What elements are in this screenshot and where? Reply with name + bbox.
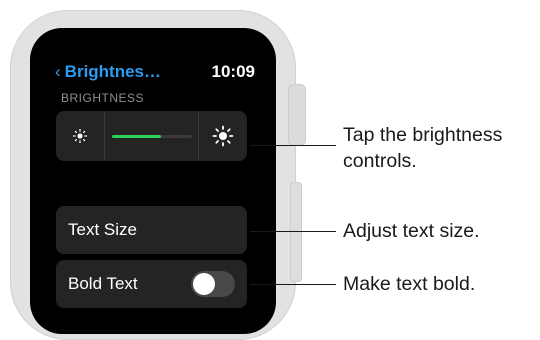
back-button-label: Brightnes…	[64, 62, 162, 81]
callout-brightness-line1: Tap the brightness	[343, 124, 503, 146]
clock-time: 10:09	[211, 62, 255, 81]
sun-large-icon	[212, 125, 234, 147]
text-size-label: Text Size	[68, 220, 137, 239]
brightness-level-fill	[111, 134, 162, 138]
bold-text-row[interactable]: Bold Text	[56, 260, 247, 308]
toggle-knob	[193, 273, 215, 295]
status-header: ‹ Brightnes… 10:09	[55, 61, 255, 83]
callout-brightness: Tap the brightness controls.	[343, 122, 502, 174]
back-button[interactable]: ‹ Brightnes…	[55, 62, 161, 82]
digital-crown[interactable]	[288, 84, 306, 146]
bold-text-toggle[interactable]	[191, 271, 235, 297]
sun-small-icon	[72, 128, 88, 144]
section-label: BRIGHTNESS	[61, 91, 145, 105]
callout-line-text-size	[250, 231, 336, 232]
callout-text-size: Adjust text size.	[343, 220, 480, 242]
side-button[interactable]	[290, 182, 302, 282]
bold-text-label: Bold Text	[68, 274, 138, 293]
callout-brightness-line2: controls.	[343, 150, 417, 172]
callout-line-bold	[250, 284, 336, 285]
increase-brightness-button[interactable]	[199, 111, 247, 161]
chevron-left-icon: ‹	[55, 62, 61, 81]
brightness-track	[111, 134, 192, 138]
callout-bold: Make text bold.	[343, 273, 476, 295]
watch-screen: ‹ Brightnes… 10:09 BRIGHTNESS Text Size …	[30, 28, 276, 334]
brightness-control	[56, 111, 247, 161]
callout-line-brightness	[250, 145, 336, 146]
text-size-row[interactable]: Text Size	[56, 206, 247, 254]
decrease-brightness-button[interactable]	[56, 111, 104, 161]
brightness-slider[interactable]	[105, 111, 198, 161]
